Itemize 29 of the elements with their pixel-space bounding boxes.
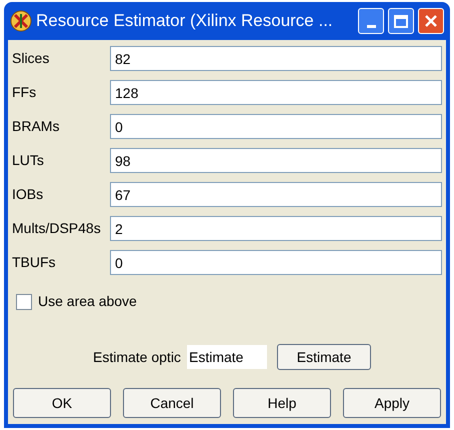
input-field[interactable]: 82 — [110, 46, 442, 71]
dialog-button[interactable]: Apply — [343, 388, 441, 418]
checkbox[interactable] — [16, 294, 32, 310]
minimize-button[interactable] — [358, 8, 384, 34]
dialog-button[interactable]: OK — [13, 388, 111, 418]
checkbox-label: Use area above — [38, 292, 137, 311]
dialog-button[interactable]: Help — [233, 388, 331, 418]
field-label: Mults/DSP48s — [12, 219, 102, 238]
field-label: LUTs — [12, 151, 45, 170]
field-label: Slices — [12, 49, 50, 68]
close-button[interactable] — [418, 8, 444, 34]
input-field[interactable]: 67 — [110, 182, 442, 207]
input-field[interactable]: 128 — [110, 80, 442, 105]
field-label: FFs — [12, 83, 38, 102]
window-title: Resource Estimator (Xilinx Resource ... — [36, 10, 334, 32]
input-field[interactable]: 2 — [110, 216, 442, 241]
field-label: Estimate optic — [93, 348, 182, 367]
input-field[interactable]: 0 — [110, 250, 442, 275]
field-label: TBUFs — [12, 253, 57, 272]
input-field[interactable]: Estimate — [187, 345, 267, 369]
input-field[interactable]: 0 — [110, 114, 442, 139]
estimate-button[interactable]: Estimate — [277, 344, 371, 370]
dialog-button[interactable]: Cancel — [123, 388, 221, 418]
maximize-button[interactable] — [388, 8, 414, 34]
field-label: IOBs — [12, 185, 44, 204]
close-icon — [424, 14, 438, 28]
field-label: BRAMs — [12, 117, 60, 136]
input-field[interactable]: 98 — [110, 148, 442, 173]
app-icon — [10, 10, 32, 32]
